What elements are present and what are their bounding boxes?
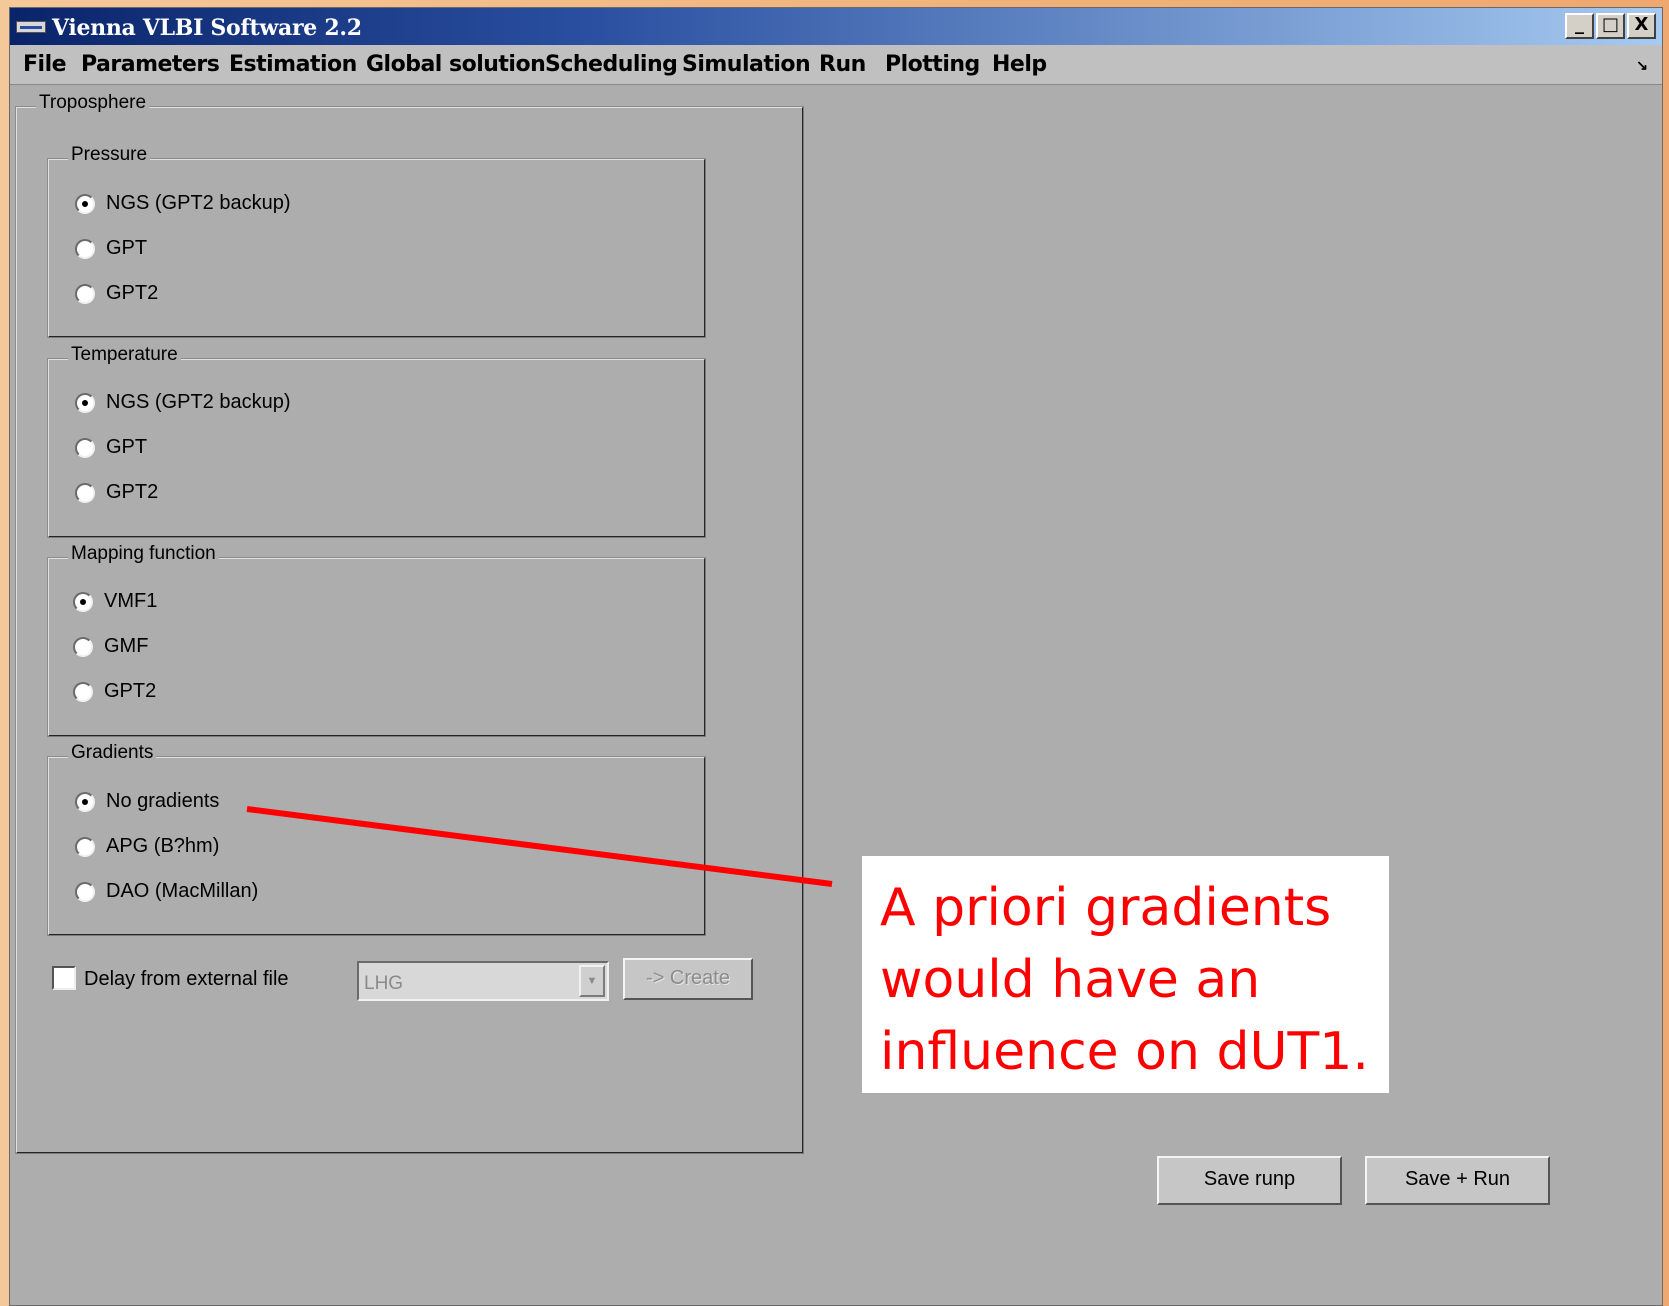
pointer-line [246,806,833,887]
annotation-pointer-line [246,806,833,887]
annotation-text: A priori gradients would have an influen… [880,878,1369,1082]
annotation-box: A priori gradients would have an influen… [862,856,1389,1093]
